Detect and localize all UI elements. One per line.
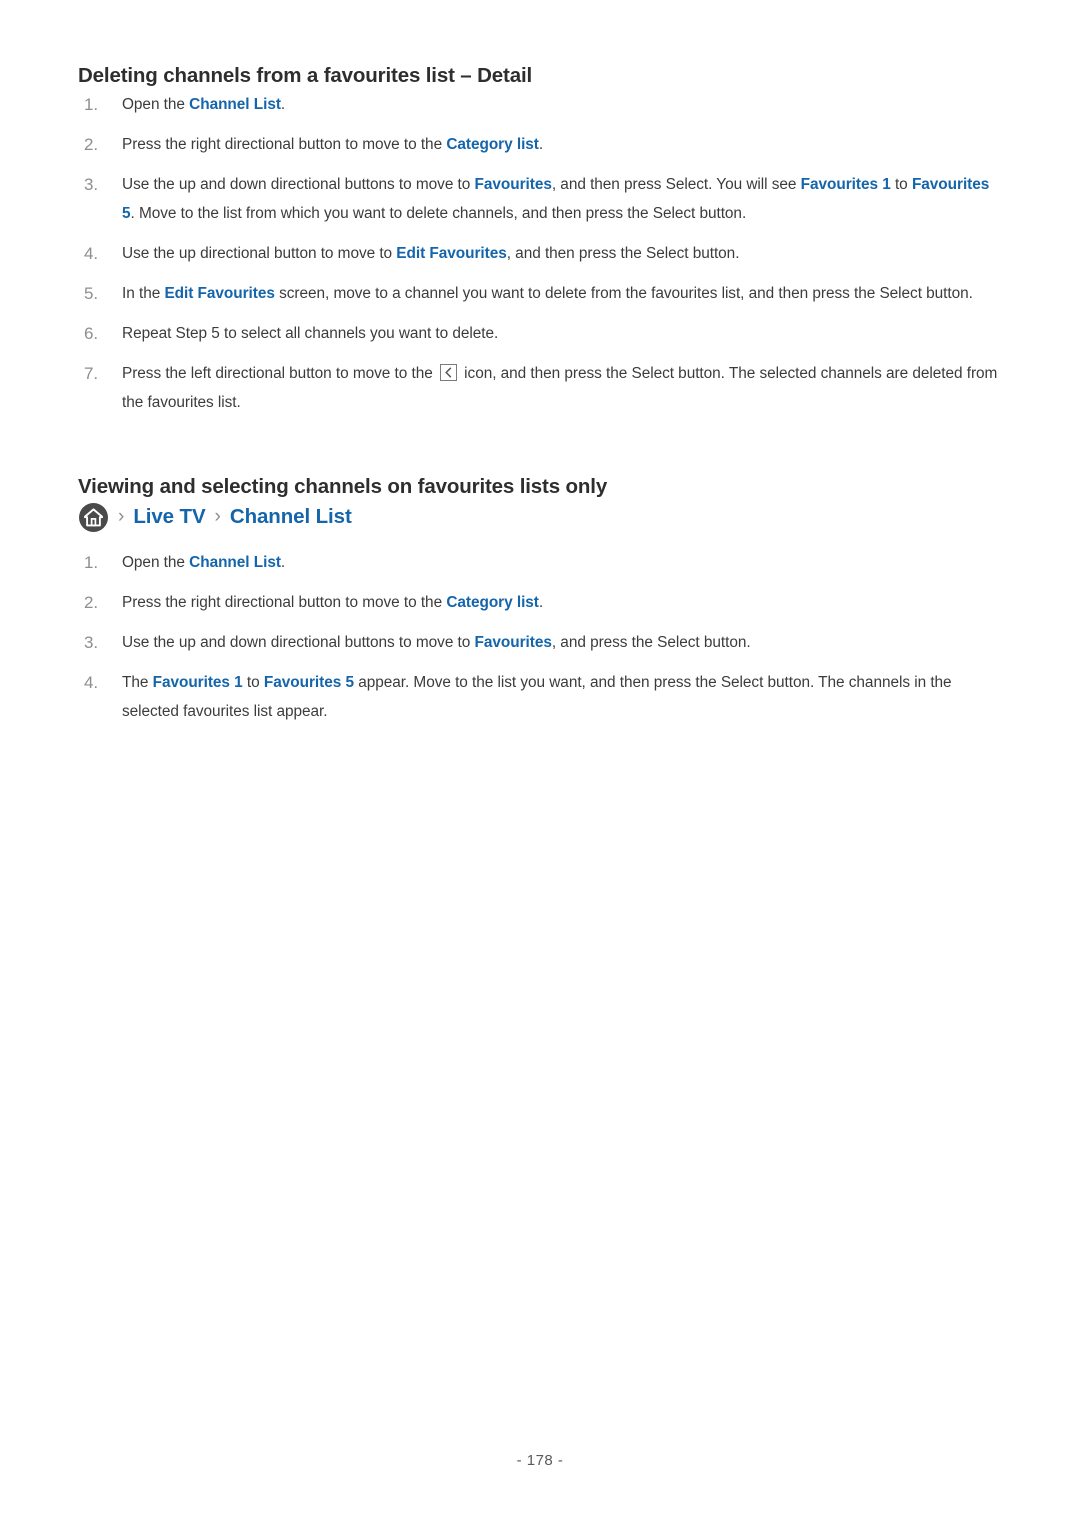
back-arrow-icon — [439, 363, 457, 381]
step-text: Press the left directional button to mov… — [122, 364, 437, 382]
home-icon[interactable] — [78, 502, 109, 533]
inline-link[interactable]: Edit Favourites — [396, 245, 506, 262]
step-text: Press the right directional button to mo… — [122, 594, 447, 612]
step-text: In the — [122, 284, 165, 302]
list-item: 6. Repeat Step 5 to select all channels y… — [78, 319, 1006, 348]
page-content: Deleting channels from a favourites list… — [78, 62, 1006, 726]
list-item: 3. Use the up and down directional button… — [78, 628, 1006, 657]
inline-link[interactable]: Category list — [446, 594, 539, 611]
steps-list-deleting: 1. Open the Channel List. 2. Press the righ… — [78, 90, 1006, 417]
section-deleting-channels: Deleting channels from a favourites list… — [78, 62, 1006, 417]
list-item-number: 3. — [84, 174, 99, 194]
list-item: 7. Press the left directional button to m… — [78, 359, 1006, 417]
list-item-number: 1. — [84, 94, 99, 114]
list-item-number: 2. — [84, 593, 99, 613]
list-item: 2. Press the right directional button to … — [78, 588, 1006, 617]
list-item-number: 3. — [84, 633, 99, 653]
step-text: . — [538, 594, 544, 612]
list-item-number: 7. — [84, 363, 99, 383]
step-text: to — [242, 674, 264, 692]
page-number: - 178 - — [516, 1452, 564, 1469]
list-item: 4. The Favourites 1 to Favourites 5 appea… — [78, 668, 1006, 726]
list-item-number: 4. — [84, 243, 99, 263]
step-text: Open the — [122, 554, 190, 572]
step-text: . — [538, 135, 544, 153]
step-text: Open the — [122, 95, 190, 113]
steps-list-viewing: 1. Open the Channel List. 2. Press the righ… — [78, 548, 1006, 726]
step-text: screen, move to a channel you want to de… — [274, 284, 973, 302]
list-item: 4. Use the up directional button to move … — [78, 239, 1006, 268]
breadcrumb-item-live-tv[interactable]: Live TV — [133, 505, 205, 529]
step-text: . — [280, 95, 286, 113]
step-text: Repeat Step 5 to select all channels you… — [122, 324, 499, 342]
list-item: 1. Open the Channel List. — [78, 548, 1006, 577]
breadcrumb-separator-2: › — [214, 505, 221, 527]
breadcrumb-separator-1: › — [118, 505, 125, 527]
inline-link[interactable]: Channel List — [189, 554, 281, 571]
inline-link[interactable]: Favourites — [475, 176, 552, 193]
step-text: Use the up directional button to move to — [122, 244, 397, 262]
step-text: Press the right directional button to mo… — [122, 135, 447, 153]
breadcrumb: › Live TV › Channel List — [78, 500, 1006, 534]
document-page: Deleting channels from a favourites list… — [0, 0, 1080, 1527]
list-item: 2. Press the right directional button to … — [78, 130, 1006, 159]
step-text: to — [890, 175, 912, 193]
step-text: , and then press Select. You will see — [551, 175, 801, 193]
inline-link[interactable]: Favourites 1 — [153, 674, 243, 691]
list-item: 1. Open the Channel List. — [78, 90, 1006, 119]
step-text: Use the up and down directional buttons … — [122, 634, 475, 652]
step-text: , and press the Select button. — [551, 634, 751, 652]
list-item: 5. In the Edit Favourites screen, move to… — [78, 279, 1006, 308]
list-item-number: 6. — [84, 323, 99, 343]
step-text: , and then press the Select button. — [506, 244, 740, 262]
step-text: Use the up and down directional buttons … — [122, 175, 475, 193]
step-text: . — [280, 554, 286, 572]
list-item-number: 1. — [84, 553, 99, 573]
list-item-number: 5. — [84, 283, 99, 303]
list-item-number: 4. — [84, 673, 99, 693]
section-viewing-favourites: Viewing and selecting channels on favour… — [78, 473, 1006, 727]
inline-link[interactable]: Edit Favourites — [164, 285, 274, 302]
list-item-number: 2. — [84, 134, 99, 154]
breadcrumb-item-channel-list[interactable]: Channel List — [230, 505, 352, 529]
section-heading-viewing: Viewing and selecting channels on favour… — [78, 474, 608, 498]
inline-link[interactable]: Channel List — [189, 96, 281, 113]
step-text: . Move to the list from which you want t… — [130, 204, 747, 222]
inline-link[interactable]: Favourites — [475, 634, 552, 651]
inline-link[interactable]: Favourites 1 — [801, 176, 891, 193]
inline-link[interactable]: Category list — [446, 136, 539, 153]
page-title: Deleting channels from a favourites list… — [78, 64, 533, 87]
list-item: 3. Use the up and down directional button… — [78, 170, 1006, 228]
inline-link[interactable]: Favourites 5 — [264, 674, 354, 691]
step-text: The — [122, 674, 153, 692]
